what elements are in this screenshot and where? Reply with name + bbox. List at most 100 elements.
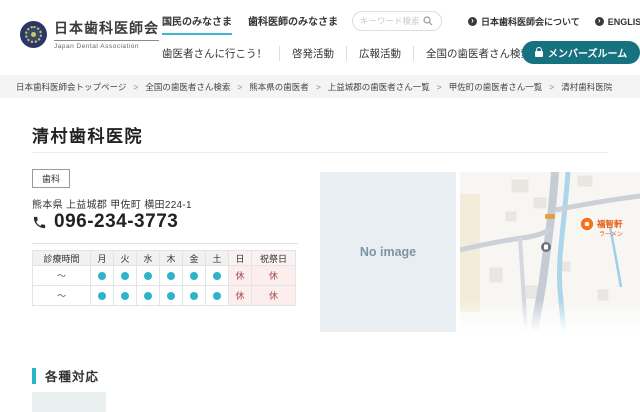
primary-tab[interactable]: 国民のみなさま [162,13,232,35]
utility-link-label: 日本歯科医師会について [481,15,580,28]
schedule-row: ～ 休休 [33,266,296,286]
schedule-open-cell [160,286,183,306]
site-logo[interactable]: 日本歯科医師会 Japan Dental Association [20,18,159,50]
schedule-col-header: 月 [91,251,114,266]
lock-icon [535,51,543,57]
keyword-search-box[interactable] [352,11,442,31]
open-dot-icon [190,292,198,300]
clinic-photo-placeholder: No image [320,172,456,332]
breadcrumb-separator: > [133,82,138,92]
support-tag-partial [32,392,106,412]
schedule-header-row: 診療時間月火水木金土日祝祭日 [33,251,296,266]
breadcrumb-item[interactable]: 熊本県の歯医者 [249,81,309,93]
phone-number: 096-234-3773 [54,211,178,233]
schedule-col-header: 木 [160,251,183,266]
open-dot-icon [190,272,198,280]
schedule-open-cell [114,286,137,306]
support-section-title: 各種対応 [45,366,99,385]
schedule-open-cell [137,286,160,306]
search-input[interactable] [360,16,420,26]
site-header: 日本歯科医師会 Japan Dental Association 国民のみなさま… [0,0,640,75]
title-divider [32,152,608,153]
map-panel[interactable]: 福智軒 ラーメン [460,172,640,332]
schedule-col-header: 土 [206,251,229,266]
support-section-heading: 各種対応 [32,366,99,385]
open-dot-icon [144,292,152,300]
logo-title: 日本歯科医師会 [54,18,159,38]
clinic-phone[interactable]: 096-234-3773 [32,211,178,233]
schedule-open-cell [114,266,137,286]
secondary-nav-item[interactable]: 歯医者さんに行こう！ [162,46,279,61]
schedule-col-header: 火 [114,251,137,266]
breadcrumb-separator: > [237,82,242,92]
breadcrumb: 日本歯科医師会トップページ > 全国の歯医者さん検索 > 熊本県の歯医者 > 上益城郡の歯医… [0,75,640,98]
schedule-open-cell [206,266,229,286]
page-title: 清村歯科医院 [32,122,143,147]
secondary-nav: 歯医者さんに行こう！啓発活動広報活動全国の歯医者さん検索 [162,44,543,62]
svg-text:福智軒: 福智軒 [596,219,623,229]
open-dot-icon [213,272,221,280]
restaurant-poi-icon [580,217,594,231]
schedule-col-header: 日 [229,251,252,266]
secondary-nav-item[interactable]: 啓発活動 [279,46,346,61]
breadcrumb-separator: > [549,82,554,92]
utility-link-label: ENGLISH [608,17,640,27]
breadcrumb-separator: > [316,82,321,92]
schedule-row: ～休休 [33,286,296,306]
svg-text:ラーメン: ラーメン [599,231,623,238]
primary-nav: 国民のみなさま歯科医師のみなさま [162,13,338,35]
logo-text: 日本歯科医師会 Japan Dental Association [54,18,159,50]
schedule-body: ～ 休休～ 休休 [33,266,296,306]
logo-subtitle: Japan Dental Association [54,40,159,50]
open-dot-icon [167,292,175,300]
schedule-col-header: 金 [183,251,206,266]
schedule-col-header: 祝祭日 [252,251,296,266]
schedule-open-cell [206,286,229,306]
category-tag: 歯科 [32,169,70,188]
utility-link[interactable]: ENGLISH [595,15,640,28]
open-dot-icon [98,272,106,280]
content-divider [32,243,298,244]
map-image: 福智軒 ラーメン [460,172,640,332]
map-road-sign-icon [545,214,555,219]
schedule-closed-cell: 休 [229,286,252,306]
schedule-open-cell [91,286,114,306]
breadcrumb-item: 清村歯科医院 [561,81,612,93]
schedule-col-header: 診療時間 [33,251,91,266]
schedule-closed-cell: 休 [252,266,296,286]
open-dot-icon [144,272,152,280]
schedule-open-cell [137,266,160,286]
jda-emblem-icon [20,21,47,48]
schedule-time-cell: ～ [33,286,91,306]
clinic-address: 熊本県 上益城郡 甲佐町 横田224-1 [32,196,192,211]
breadcrumb-item[interactable]: 全国の歯医者さん検索 [145,81,230,93]
schedule-table: 診療時間月火水木金土日祝祭日 ～ 休休～ 休休 [32,250,296,306]
phone-icon [32,215,47,230]
schedule-open-cell [183,286,206,306]
bus-stop-icon [541,242,551,252]
breadcrumb-item[interactable]: 日本歯科医師会トップページ [16,81,126,93]
members-room-button[interactable]: メンバーズルーム [522,41,640,64]
search-icon[interactable] [423,16,433,26]
open-dot-icon [121,272,129,280]
breadcrumb-separator: > [437,82,442,92]
primary-tab[interactable]: 歯科医師のみなさま [248,13,338,35]
schedule-open-cell [91,266,114,286]
open-dot-icon [213,292,221,300]
schedule-time-cell: ～ [33,266,91,286]
schedule-closed-cell: 休 [229,266,252,286]
breadcrumb-item[interactable]: 甲佐町の歯医者さん一覧 [449,81,543,93]
secondary-nav-item[interactable]: 広報活動 [346,46,413,61]
no-image-label: No image [360,245,416,259]
members-room-label: メンバーズルーム [548,45,627,60]
arrow-circle-icon [595,17,604,26]
breadcrumb-item[interactable]: 上益城郡の歯医者さん一覧 [328,81,430,93]
open-dot-icon [98,292,106,300]
schedule-open-cell [183,266,206,286]
utility-link[interactable]: 日本歯科医師会について [468,15,580,28]
open-dot-icon [121,292,129,300]
heading-accent-bar [32,368,36,384]
schedule-col-header: 水 [137,251,160,266]
schedule-open-cell [160,266,183,286]
open-dot-icon [167,272,175,280]
